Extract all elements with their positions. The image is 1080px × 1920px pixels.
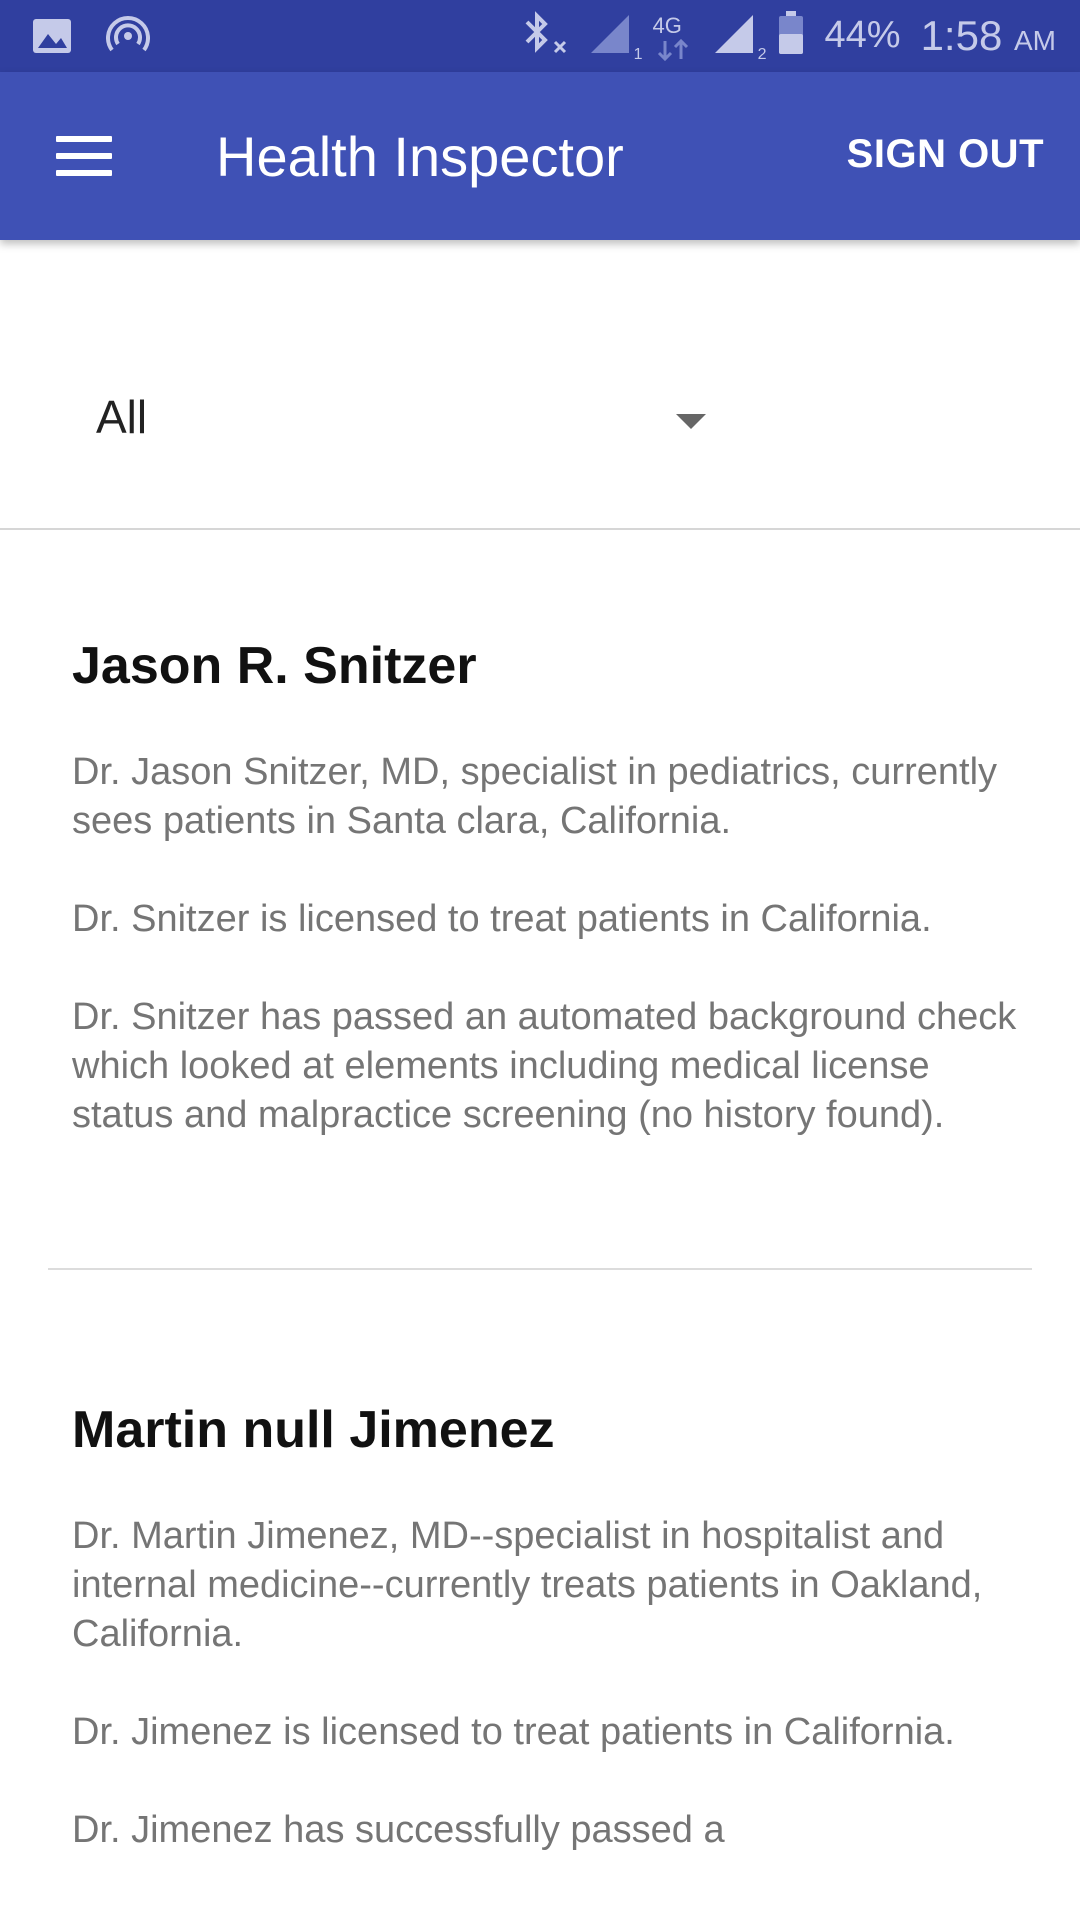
doctor-paragraph: Dr. Snitzer has passed an automated back…	[72, 996, 1017, 1136]
network-type: 4G	[653, 11, 693, 61]
image-icon	[32, 18, 72, 59]
battery-icon	[777, 10, 805, 61]
doctor-paragraph: Dr. Snitzer is licensed to treat patient…	[72, 898, 932, 940]
signal-icon-sim2: 2	[713, 11, 767, 63]
doctor-card[interactable]: Jason R. Snitzer Dr. Jason Snitzer, MD, …	[72, 636, 1032, 1140]
app-bar: Health Inspector SIGN OUT	[0, 72, 1080, 240]
doctor-description: Dr. Jason Snitzer, MD, specialist in ped…	[72, 748, 1032, 1140]
sim1-label: 1	[633, 46, 643, 63]
doctor-paragraph: Dr. Jason Snitzer, MD, specialist in ped…	[72, 751, 998, 842]
doctor-name: Jason R. Snitzer	[72, 637, 477, 695]
menu-icon[interactable]	[56, 136, 112, 176]
doctor-name: Martin null Jimenez	[72, 1401, 555, 1459]
dropdown-arrow-icon	[676, 414, 706, 429]
list-divider	[48, 1268, 1032, 1270]
filter-dropdown[interactable]: All	[96, 390, 716, 450]
doctor-paragraph: Dr. Martin Jimenez, MD--specialist in ho…	[72, 1515, 983, 1655]
sign-out-button[interactable]: SIGN OUT	[847, 132, 1044, 177]
hotspot-icon	[106, 14, 150, 63]
bluetooth-icon	[517, 10, 569, 61]
doctor-paragraph: Dr. Jimenez has successfully passed a	[72, 1809, 725, 1851]
clock-time: 1:58	[920, 11, 1003, 59]
doctor-paragraph: Dr. Jimenez is licensed to treat patient…	[72, 1711, 955, 1753]
signal-icon-sim1: 1	[589, 11, 643, 63]
battery-percent: 44%	[824, 14, 901, 56]
doctor-description: Dr. Martin Jimenez, MD--specialist in ho…	[72, 1512, 1032, 1855]
network-label: 4G	[652, 12, 682, 38]
filter-divider	[0, 528, 1080, 530]
filter-selected-value: All	[96, 391, 148, 443]
sim2-label: 2	[757, 46, 767, 63]
status-bar: 1 4G 2 44% 1:58 AM	[0, 0, 1080, 72]
clock: 1:58 AM	[921, 12, 1056, 60]
doctor-card[interactable]: Martin null Jimenez Dr. Martin Jimenez, …	[72, 1400, 1032, 1855]
clock-ampm: AM	[1014, 24, 1056, 56]
app-title: Health Inspector	[216, 125, 624, 188]
